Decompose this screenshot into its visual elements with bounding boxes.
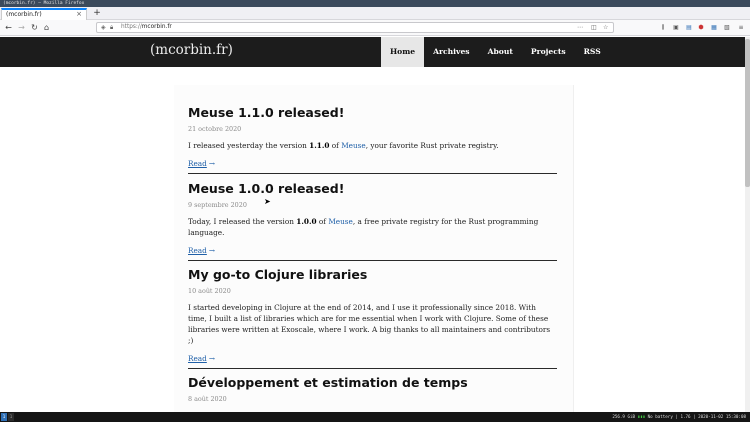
extension-icon[interactable]: ▤ bbox=[685, 23, 693, 32]
arrow-right-icon: → bbox=[208, 159, 215, 168]
excerpt-text: I released yesterday the version bbox=[188, 141, 310, 150]
menu-icon[interactable]: ≡ bbox=[737, 23, 745, 32]
project-link[interactable]: Meuse bbox=[328, 217, 353, 226]
tab-strip: (mcorbin.fr) × + bbox=[0, 7, 750, 20]
site-title[interactable]: (mcorbin.fr) bbox=[150, 41, 233, 59]
excerpt-text: of bbox=[316, 217, 329, 226]
post-item: Meuse 1.1.0 released! 21 octobre 2020 I … bbox=[188, 105, 557, 170]
post-item: My go-to Clojure libraries 10 août 2020 … bbox=[188, 267, 557, 365]
reload-icon[interactable]: ↻ bbox=[29, 22, 40, 33]
ublock-icon[interactable]: ⬢ bbox=[697, 23, 705, 32]
arrow-right-icon: → bbox=[208, 246, 215, 255]
battery-status: No battery bbox=[647, 414, 673, 419]
post-date: 21 octobre 2020 bbox=[188, 125, 242, 133]
shield-icon[interactable]: ◈ bbox=[101, 23, 106, 32]
excerpt-text: of bbox=[329, 141, 342, 150]
post-excerpt: Today, I released the version 1.0.0 of M… bbox=[188, 216, 557, 238]
post-divider bbox=[188, 173, 557, 174]
disk-usage: 256.9 GiB bbox=[612, 414, 636, 419]
lock-icon[interactable]: 🔒︎ bbox=[110, 23, 113, 32]
url-scheme: https:// bbox=[121, 24, 142, 30]
site-header: (mcorbin.fr) Home Archives About Project… bbox=[0, 37, 745, 67]
read-more-link[interactable]: Read → bbox=[188, 245, 215, 256]
arrow-right-icon: → bbox=[208, 354, 215, 363]
site-nav: Home Archives About Projects RSS bbox=[381, 37, 610, 67]
read-more-label: Read bbox=[188, 159, 207, 168]
nav-home[interactable]: Home bbox=[381, 37, 425, 67]
post-date: 8 août 2020 bbox=[188, 395, 227, 403]
post-excerpt: I started developing in Clojure at the e… bbox=[188, 302, 557, 346]
pocket-icon[interactable]: ◫ bbox=[591, 23, 597, 32]
nav-about[interactable]: About bbox=[479, 37, 522, 67]
post-title[interactable]: My go-to Clojure libraries bbox=[188, 267, 557, 283]
home-icon[interactable]: ⌂ bbox=[41, 22, 52, 33]
post-title[interactable]: Meuse 1.1.0 released! bbox=[188, 105, 557, 121]
post-date: 10 août 2020 bbox=[188, 287, 231, 295]
datetime: 1.76 | 2020-11-02 15:30:08 bbox=[680, 414, 746, 419]
page-scrollbar[interactable] bbox=[745, 37, 750, 412]
post-list: Meuse 1.1.0 released! 21 octobre 2020 I … bbox=[174, 85, 574, 412]
read-more-label: Read bbox=[188, 354, 207, 363]
new-tab-button[interactable]: + bbox=[92, 7, 102, 19]
mouse-cursor-icon: ➤ bbox=[264, 197, 271, 206]
page-viewport: (mcorbin.fr) Home Archives About Project… bbox=[0, 37, 750, 412]
version-number: 1.1.0 bbox=[309, 141, 330, 150]
tab-mcorbin[interactable]: (mcorbin.fr) × bbox=[1, 8, 87, 20]
status-info: 256.9 GiB ▮▮▮ No battery | 1.76 | 2020-1… bbox=[612, 414, 746, 419]
url-bar[interactable]: ◈ 🔒︎ https://mcorbin.fr ⋯ ◫ ☆ bbox=[96, 22, 614, 33]
forward-arrow-icon[interactable]: → bbox=[16, 22, 27, 33]
nav-projects[interactable]: Projects bbox=[522, 37, 575, 67]
post-divider bbox=[188, 260, 557, 261]
close-icon[interactable]: × bbox=[76, 10, 82, 19]
system-status-bar: 1 1 256.9 GiB ▮▮▮ No battery | 1.76 | 20… bbox=[0, 412, 750, 422]
extension-3-icon[interactable]: ▧ bbox=[723, 23, 731, 32]
nav-rss[interactable]: RSS bbox=[575, 37, 610, 67]
window-title: (mcorbin.fr) — Mozilla Firefox bbox=[0, 0, 750, 7]
excerpt-text: I started developing in Clojure at the e… bbox=[188, 303, 551, 345]
tab-label: (mcorbin.fr) bbox=[6, 11, 42, 18]
read-more-link[interactable]: Read → bbox=[188, 158, 215, 169]
post-title[interactable]: Meuse 1.0.0 released! bbox=[188, 181, 557, 197]
excerpt-text: , your favorite Rust private registry. bbox=[365, 141, 499, 150]
post-excerpt: I released yesterday the version 1.1.0 o… bbox=[188, 140, 557, 151]
post-title[interactable]: Développement et estimation de temps bbox=[188, 375, 557, 391]
post-date: 9 septembre 2020 bbox=[188, 201, 247, 209]
navigation-toolbar: ← → ↻ ⌂ ◈ 🔒︎ https://mcorbin.fr ⋯ ◫ ☆ ⫼ … bbox=[0, 20, 750, 36]
read-more-label: Read bbox=[188, 246, 207, 255]
more-icon[interactable]: ⋯ bbox=[577, 23, 583, 32]
bookmark-star-icon[interactable]: ☆ bbox=[603, 23, 608, 32]
read-more-link[interactable]: Read → bbox=[188, 353, 215, 364]
url-host: mcorbin.fr bbox=[141, 24, 172, 30]
url-text[interactable]: https://mcorbin.fr bbox=[121, 23, 172, 32]
post-divider bbox=[188, 368, 557, 369]
sidebar-icon[interactable]: ▣ bbox=[672, 23, 680, 32]
scrollbar-thumb[interactable] bbox=[745, 39, 750, 187]
workspace-2[interactable]: 1 bbox=[8, 413, 14, 421]
library-icon[interactable]: ⫼ bbox=[659, 23, 667, 32]
excerpt-text: Today, I released the version bbox=[188, 217, 297, 226]
post-item: Meuse 1.0.0 released! 9 septembre 2020 T… bbox=[188, 181, 557, 257]
post-item: Développement et estimation de temps 8 a… bbox=[188, 375, 557, 404]
back-arrow-icon[interactable]: ← bbox=[3, 22, 14, 33]
extension-2-icon[interactable]: ▦ bbox=[710, 23, 718, 32]
project-link[interactable]: Meuse bbox=[341, 141, 366, 150]
workspace-1[interactable]: 1 bbox=[1, 413, 7, 421]
nav-archives[interactable]: Archives bbox=[424, 37, 478, 67]
version-number: 1.0.0 bbox=[296, 217, 317, 226]
